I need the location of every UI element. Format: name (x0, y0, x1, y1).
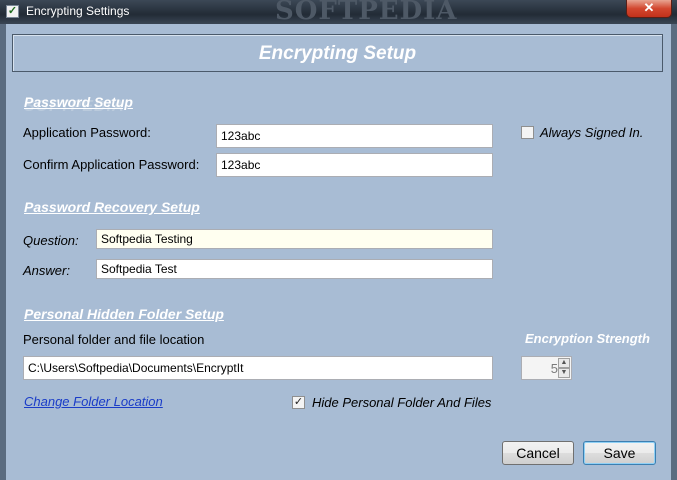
always-signed-in-label: Always Signed In. (540, 125, 644, 140)
answer-input[interactable]: Softpedia Test (96, 259, 493, 279)
hide-folder-checkbox[interactable]: ✓ (292, 396, 305, 409)
window-title: Encrypting Settings (26, 4, 130, 18)
header-panel: Encrypting Setup (12, 34, 663, 72)
spinner-down-icon[interactable]: ▼ (558, 368, 570, 378)
folder-location-input[interactable]: C:\Users\Softpedia\Documents\EncryptIt (23, 356, 493, 380)
title-bar[interactable]: SOFTPEDIA ✓ Encrypting Settings ✕ (0, 0, 677, 26)
confirm-password-input[interactable]: 123abc (216, 153, 493, 177)
section-title-password-setup: Password Setup (24, 94, 133, 110)
title-bar-background-watermark: SOFTPEDIA (275, 0, 458, 26)
app-password-label: Application Password: (23, 125, 151, 140)
cancel-button[interactable]: Cancel (502, 441, 574, 465)
encryption-strength-spinner[interactable]: 5 ▲ ▼ (521, 356, 572, 380)
dialog-client-area: Encrypting Setup SOFTPEDIA Password Setu… (6, 24, 671, 480)
window-checkbox-icon[interactable]: ✓ (6, 5, 19, 18)
page-title: Encrypting Setup (258, 43, 417, 64)
close-icon: ✕ (643, 0, 655, 15)
question-label: Question: (23, 233, 79, 248)
encryption-strength-label: Encryption Strength (525, 331, 650, 346)
app-password-input[interactable]: 123abc (216, 124, 493, 148)
change-folder-location-link[interactable]: Change Folder Location (24, 394, 163, 409)
encryption-strength-value: 5 (550, 361, 558, 376)
close-button[interactable]: ✕ (626, 0, 672, 18)
section-title-hidden-folder-setup: Personal Hidden Folder Setup (24, 306, 224, 322)
hide-folder-label: Hide Personal Folder And Files (312, 395, 492, 410)
answer-label: Answer: (23, 263, 70, 278)
section-title-recovery-setup: Password Recovery Setup (24, 199, 200, 215)
save-button[interactable]: Save (583, 441, 656, 465)
spinner-up-icon[interactable]: ▲ (558, 358, 570, 368)
question-input[interactable]: Softpedia Testing (96, 229, 493, 249)
folder-location-label: Personal folder and file location (23, 332, 205, 347)
always-signed-in-checkbox[interactable] (521, 126, 534, 139)
window-frame-right (671, 24, 677, 480)
confirm-password-label: Confirm Application Password: (23, 157, 200, 172)
